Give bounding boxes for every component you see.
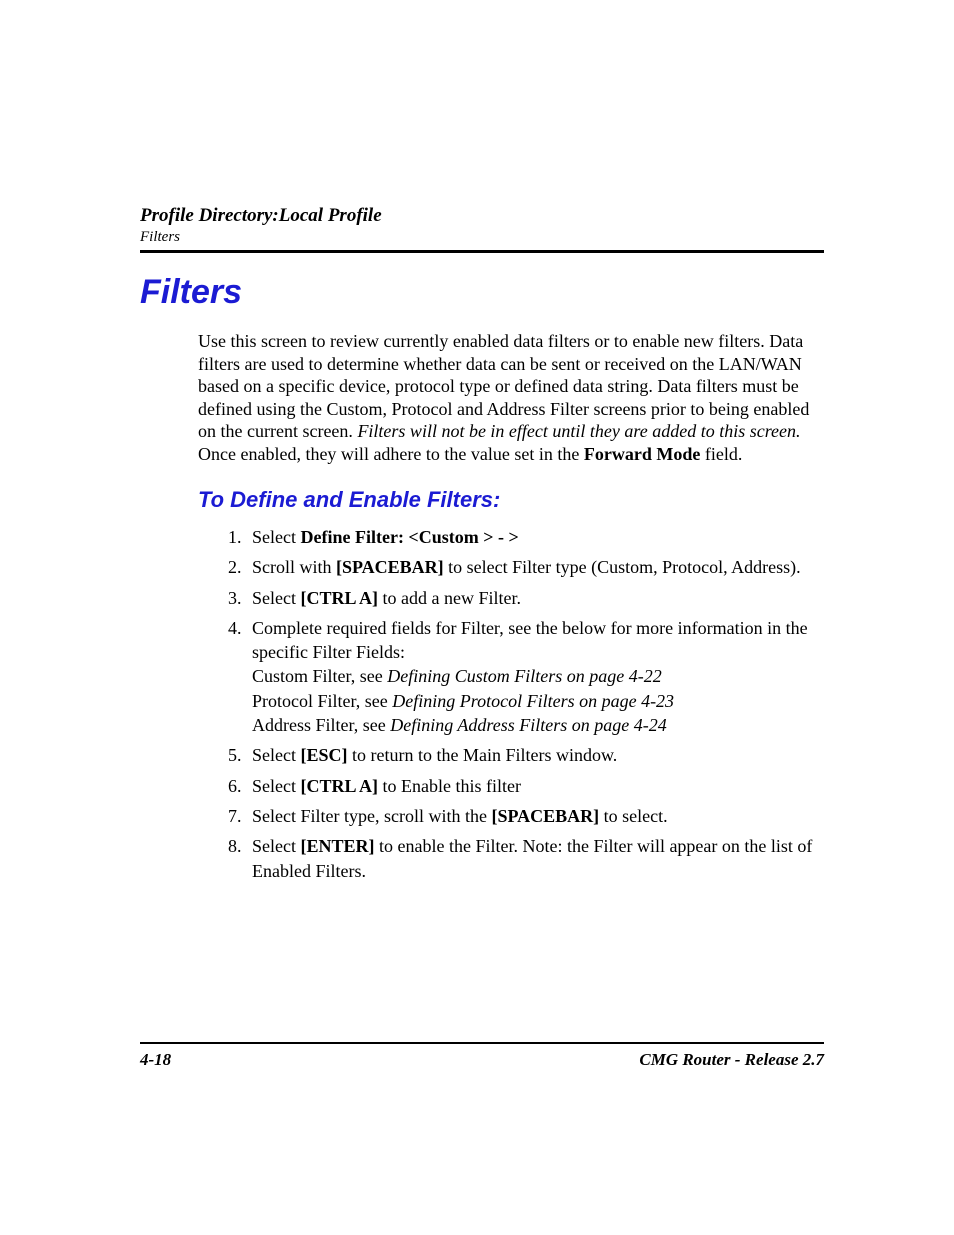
intro-text-b: Once enabled, they will adhere to the va… <box>198 444 584 464</box>
step-6-key: [CTRL A] <box>300 776 378 796</box>
step-8-text-a: Select <box>252 836 300 856</box>
body: Use this screen to review currently enab… <box>198 330 824 883</box>
intro-italic-note: Filters will not be in effect until they… <box>357 421 800 441</box>
step-2-key: [SPACEBAR] <box>336 557 444 577</box>
intro-paragraph: Use this screen to review currently enab… <box>198 330 824 465</box>
step-4-line2-a: Protocol Filter, see <box>252 691 392 711</box>
step-3-text-b: to add a new Filter. <box>378 588 521 608</box>
step-1: Select Define Filter: <Custom > - > <box>246 525 824 549</box>
step-1-bold: Define Filter: <Custom > - > <box>300 527 518 547</box>
page-footer: 4-18 CMG Router - Release 2.7 <box>140 1042 824 1070</box>
step-7: Select Filter type, scroll with the [SPA… <box>246 804 824 828</box>
step-5: Select [ESC] to return to the Main Filte… <box>246 743 824 767</box>
step-2-text-b: to select Filter type (Custom, Protocol,… <box>444 557 801 577</box>
step-4-text: Complete required fields for Filter, see… <box>252 618 808 662</box>
step-7-key: [SPACEBAR] <box>491 806 599 826</box>
step-4-xref-address: Defining Address Filters on page 4-24 <box>390 715 666 735</box>
running-header-subtitle: Filters <box>140 229 824 246</box>
intro-forward-mode: Forward Mode <box>584 444 700 464</box>
step-2-text-a: Scroll with <box>252 557 336 577</box>
intro-text-c: field. <box>700 444 742 464</box>
step-5-text-b: to return to the Main Filters window. <box>348 745 618 765</box>
step-8-key: [ENTER] <box>300 836 374 856</box>
subheading: To Define and Enable Filters: <box>198 487 824 513</box>
page: Profile Directory:Local Profile Filters … <box>0 0 954 1235</box>
step-4-line1-a: Custom Filter, see <box>252 666 387 686</box>
step-8: Select [ENTER] to enable the Filter. Not… <box>246 834 824 883</box>
step-3-text-a: Select <box>252 588 300 608</box>
step-3-key: [CTRL A] <box>300 588 378 608</box>
step-4: Complete required fields for Filter, see… <box>246 616 824 737</box>
step-6-text-a: Select <box>252 776 300 796</box>
step-6: Select [CTRL A] to Enable this filter <box>246 774 824 798</box>
step-5-key: [ESC] <box>300 745 347 765</box>
doc-title-footer: CMG Router - Release 2.7 <box>639 1050 824 1070</box>
step-3: Select [CTRL A] to add a new Filter. <box>246 586 824 610</box>
step-7-text-a: Select Filter type, scroll with the <box>252 806 491 826</box>
step-4-xref-custom: Defining Custom Filters on page 4-22 <box>387 666 661 686</box>
step-6-text-b: to Enable this filter <box>378 776 521 796</box>
step-1-text: Select <box>252 527 300 547</box>
running-header: Profile Directory:Local Profile Filters <box>140 205 824 246</box>
step-7-text-b: to select. <box>599 806 667 826</box>
page-number: 4-18 <box>140 1050 171 1070</box>
footer-rule <box>140 1042 824 1044</box>
running-header-title: Profile Directory:Local Profile <box>140 205 824 227</box>
step-4-xref-protocol: Defining Protocol Filters on page 4-23 <box>392 691 674 711</box>
step-5-text-a: Select <box>252 745 300 765</box>
step-4-line3-a: Address Filter, see <box>252 715 390 735</box>
steps-list: Select Define Filter: <Custom > - > Scro… <box>198 525 824 883</box>
step-2: Scroll with [SPACEBAR] to select Filter … <box>246 555 824 579</box>
header-rule <box>140 250 824 253</box>
section-title: Filters <box>140 273 824 312</box>
